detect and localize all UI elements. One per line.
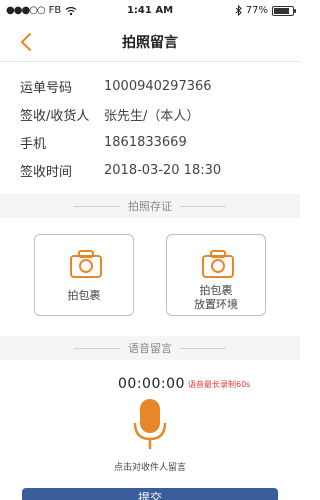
photo-card-label: 拍包裹 bbox=[67, 289, 101, 302]
camera-icon bbox=[202, 250, 234, 278]
photo-card-environment[interactable]: 拍包裹 放置环境 bbox=[166, 234, 266, 316]
info-row-phone: 手机 1861833669 bbox=[0, 128, 300, 156]
camera-icon bbox=[70, 250, 102, 278]
info-label: 手机 bbox=[20, 136, 47, 152]
submit-button[interactable]: 提交 bbox=[22, 488, 278, 500]
info-value: 2018-03-20 18:30 bbox=[104, 162, 222, 178]
info-list: 运单号码 1000940297366 签收/收货人 张先生/（本人） 手机 18… bbox=[0, 72, 300, 184]
bluetooth-icon bbox=[235, 5, 242, 16]
info-label: 签收时间 bbox=[20, 164, 73, 180]
info-row-time: 签收时间 2018-03-20 18:30 bbox=[0, 156, 300, 184]
divider bbox=[74, 347, 120, 349]
divider bbox=[74, 205, 120, 207]
photo-card-label-2: 放置环境 bbox=[194, 298, 238, 311]
info-row-waybill: 运单号码 1000940297366 bbox=[0, 72, 300, 100]
divider bbox=[180, 205, 226, 207]
photo-area: 拍包裹 拍包裹 放置环境 bbox=[0, 218, 300, 338]
info-label: 签收/收货人 bbox=[20, 108, 90, 124]
voice-section-title: 语音留言 bbox=[0, 336, 300, 360]
microphone-icon bbox=[133, 399, 167, 449]
info-value: 1861833669 bbox=[104, 134, 187, 150]
app-header: 拍照留言 bbox=[0, 22, 300, 62]
info-value: 1000940297366 bbox=[104, 78, 212, 94]
voice-area: 00:00:00 语音最长录制60s 点击对收件人留言 bbox=[0, 360, 300, 480]
photo-section-title: 拍照存证 bbox=[0, 194, 300, 218]
status-bar: ●●●○○ FB 1:41 AM 77% bbox=[0, 0, 300, 22]
photo-section-label: 拍照存证 bbox=[128, 200, 172, 213]
recording-limit-note: 语音最长录制60s bbox=[188, 380, 251, 389]
divider bbox=[180, 347, 226, 349]
page-title: 拍照留言 bbox=[122, 35, 178, 51]
photo-card-label: 拍包裹 bbox=[199, 284, 233, 297]
info-label: 运单号码 bbox=[20, 80, 73, 96]
record-hint: 点击对收件人留言 bbox=[113, 463, 186, 473]
photo-card-package[interactable]: 拍包裹 bbox=[34, 234, 134, 316]
battery-icon bbox=[272, 5, 296, 16]
recording-timer: 00:00:00 bbox=[118, 376, 185, 392]
info-value: 张先生/（本人） bbox=[104, 108, 200, 124]
status-right: 77% bbox=[235, 5, 296, 16]
battery-fill bbox=[274, 7, 290, 14]
record-button[interactable] bbox=[130, 397, 170, 451]
info-row-receiver: 签收/收货人 张先生/（本人） bbox=[0, 100, 300, 128]
battery-percent: 77% bbox=[245, 5, 268, 16]
voice-section-label: 语音留言 bbox=[128, 342, 172, 355]
